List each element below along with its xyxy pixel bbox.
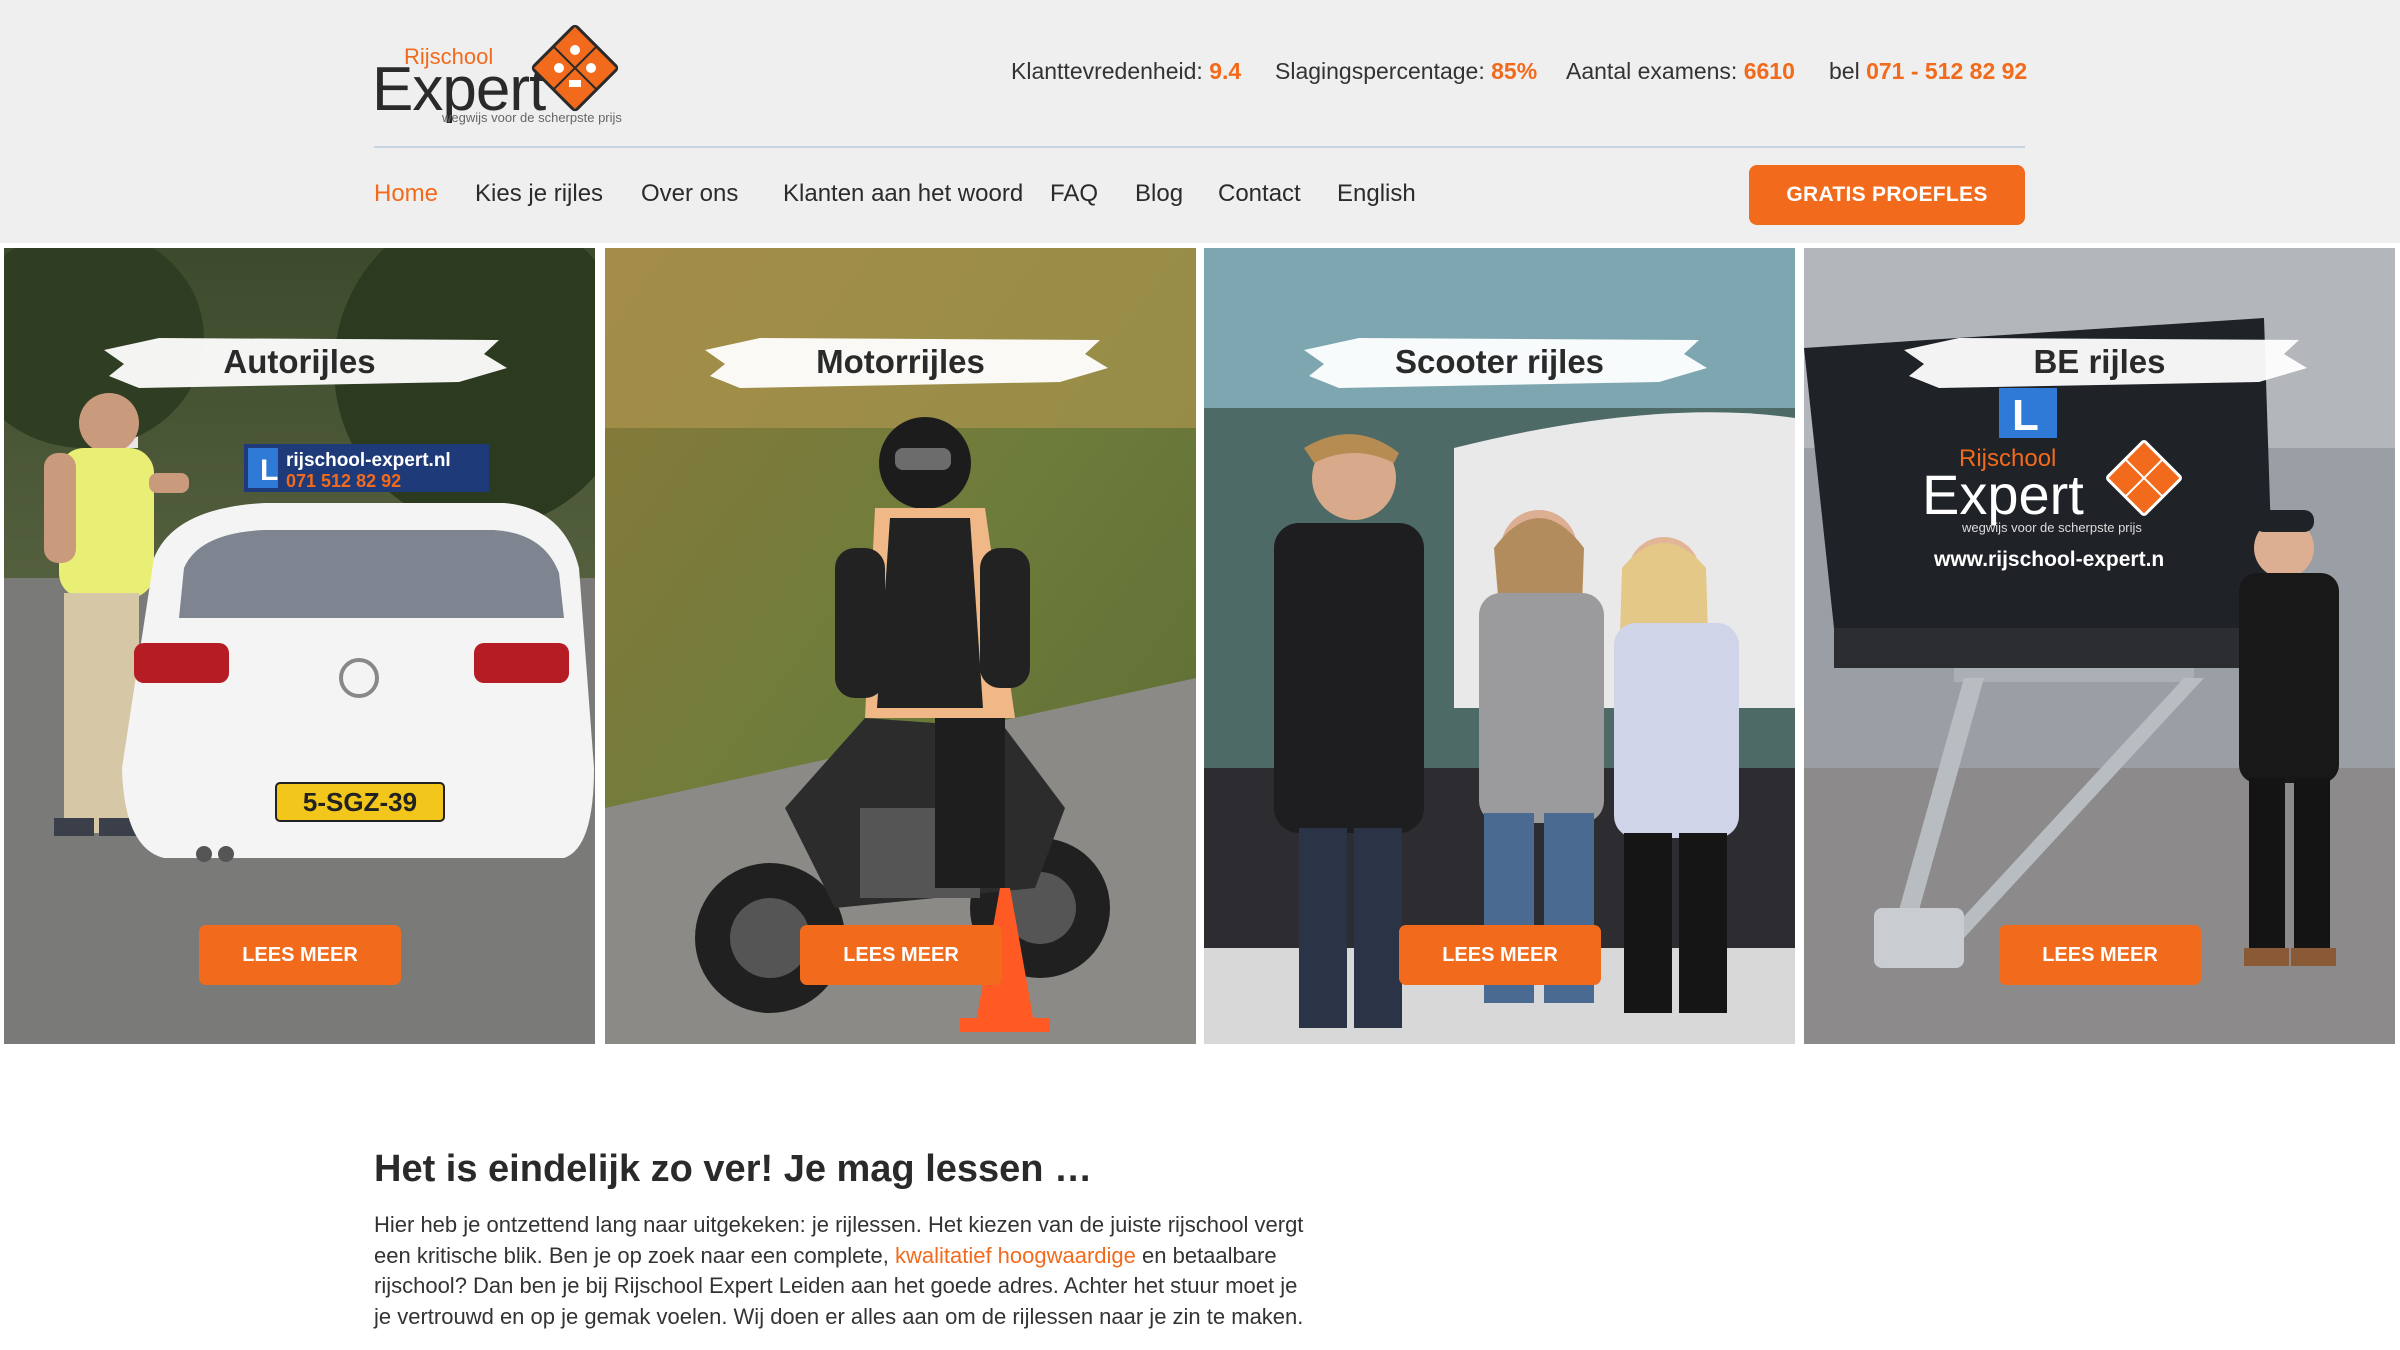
nav-faq[interactable]: FAQ: [1050, 180, 1098, 208]
stat-satisfaction: Klanttevredenheid: 9.4: [1011, 58, 1241, 85]
logo-diamond-icon: [531, 24, 619, 112]
brand-logo[interactable]: Rijschool Expert wegwijs voor de scherps…: [372, 20, 622, 130]
phone-link[interactable]: 071 - 512 82 92: [1866, 58, 2027, 84]
nav-blog[interactable]: Blog: [1135, 180, 1183, 208]
stat-exams: Aantal examens: 6610: [1566, 58, 1795, 85]
free-trial-lesson-button[interactable]: GRATIS PROEFLES: [1749, 165, 2025, 225]
license-plate: 5-SGZ-39: [303, 787, 417, 817]
sign-phone: 071 512 82 92: [286, 471, 401, 491]
trailer-logo-large: Expert: [1922, 463, 2084, 526]
lees-meer-button[interactable]: LEES MEER: [800, 925, 1002, 985]
stat-phone[interactable]: bel 071 - 512 82 92: [1829, 58, 2027, 85]
lees-meer-button[interactable]: LEES MEER: [199, 925, 401, 985]
panel-title: Autorijles: [223, 343, 376, 380]
panel-title: BE rijles: [2033, 343, 2166, 380]
sign-text: rijschool-expert.nl: [286, 450, 451, 471]
nav-english[interactable]: English: [1337, 180, 1416, 208]
trailer-tagline: wegwijs voor de scherpste prijs: [1961, 520, 2142, 535]
intro-heading: Het is eindelijk zo ver! Je mag lessen …: [374, 1148, 1093, 1190]
lees-meer-button[interactable]: LEES MEER: [1399, 925, 1601, 985]
header-divider: [374, 146, 2025, 148]
svg-text:L: L: [260, 454, 278, 487]
panel-title: Scooter rijles: [1394, 343, 1605, 380]
nav-kies-je-rijles[interactable]: Kies je rijles: [475, 180, 603, 208]
site-header: Rijschool Expert wegwijs voor de scherps…: [0, 0, 2400, 243]
stat-value: 85%: [1491, 58, 1538, 84]
nav-over-ons[interactable]: Over ons: [641, 180, 738, 208]
nav-contact[interactable]: Contact: [1218, 180, 1301, 208]
nav-klanten[interactable]: Klanten aan het woord: [783, 180, 1023, 208]
stat-value: 9.4: [1209, 58, 1242, 84]
stat-pass-rate: Slagingspercentage: 85%: [1275, 58, 1537, 85]
intro-paragraph: Hier heb je ontzettend lang naar uitgeke…: [374, 1210, 1314, 1332]
panel-title: Motorrijles: [816, 343, 985, 380]
panel-motorrijles[interactable]: Motorrijles LEES MEER: [605, 248, 1196, 1044]
stat-label: bel: [1829, 58, 1860, 84]
panel-scooter-rijles[interactable]: Scooter rijles LEES MEER: [1204, 248, 1795, 1044]
trailer-url: www.rijschool-expert.n: [1933, 548, 2164, 571]
nav-home[interactable]: Home: [374, 180, 438, 208]
svg-text:L: L: [2012, 391, 2039, 440]
stat-label: Slagingspercentage:: [1275, 58, 1485, 84]
stat-label: Klanttevredenheid:: [1011, 58, 1203, 84]
stat-value: 6610: [1743, 58, 1795, 84]
quality-link[interactable]: kwalitatief hoogwaardige: [895, 1243, 1136, 1268]
panel-be-rijles[interactable]: L Rijschool Expert wegwijs voor de scher…: [1804, 248, 2395, 1044]
panel-autorijles[interactable]: 5-SGZ-39 L rijschool-expert.nl 071 512 8…: [4, 248, 595, 1044]
stat-label: Aantal examens:: [1566, 58, 1738, 84]
lees-meer-button[interactable]: LEES MEER: [1999, 925, 2201, 985]
